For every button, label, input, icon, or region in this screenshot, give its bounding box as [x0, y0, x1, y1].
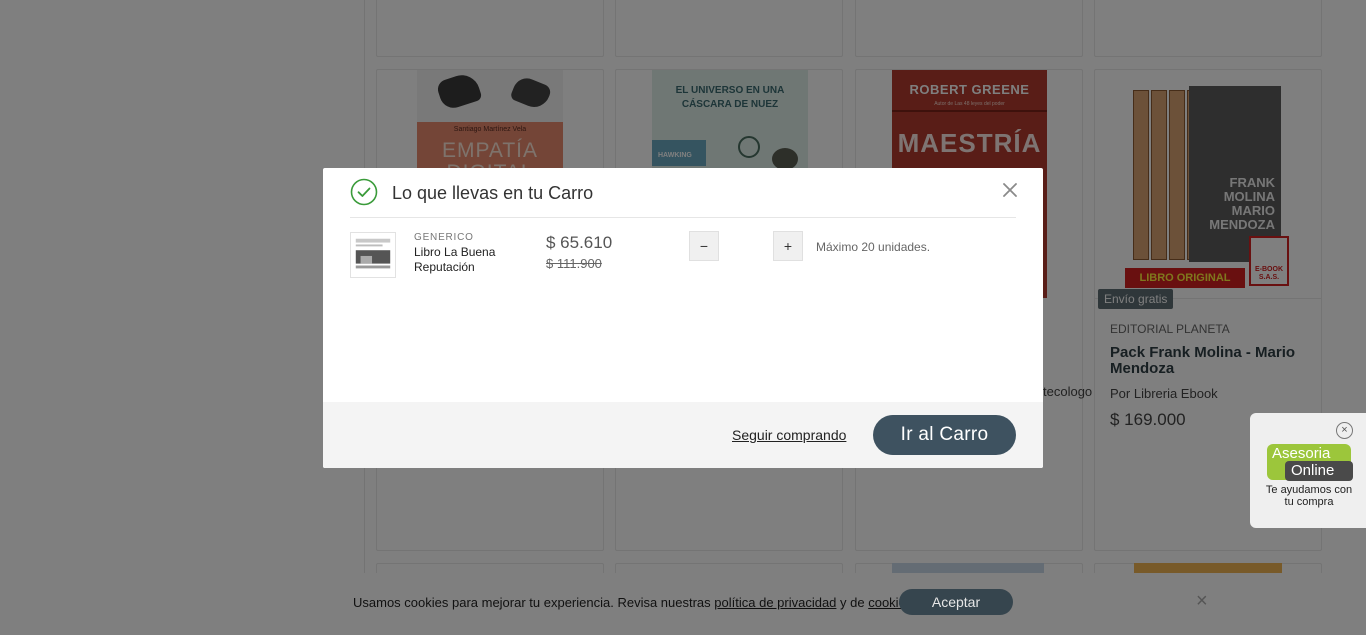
cookie-text-part: y de	[836, 595, 869, 610]
item-price: $ 65.610	[546, 233, 613, 252]
modal-title: Lo que llevas en tu Carro	[392, 183, 594, 203]
close-icon[interactable]	[1000, 180, 1020, 200]
continue-shopping-link[interactable]: Seguir comprando	[732, 427, 846, 443]
chat-logo-line2: Online	[1285, 461, 1353, 481]
chat-logo[interactable]: Asesoria Online	[1267, 444, 1353, 481]
item-name[interactable]: Libro La Buena Reputación	[414, 245, 524, 275]
product-thumbnail	[350, 232, 396, 278]
cart-modal: Lo que llevas en tu Carro GENERICO Libro…	[323, 168, 1043, 468]
cookie-close-icon[interactable]: ×	[1196, 591, 1208, 611]
go-to-cart-button[interactable]: Ir al Carro	[873, 415, 1016, 455]
cookie-message: Usamos cookies para mejorar tu experienc…	[353, 595, 916, 610]
check-circle-icon	[350, 178, 378, 206]
cookie-banner: Usamos cookies para mejorar tu experienc…	[0, 573, 1366, 635]
max-units-note: Máximo 20 unidades.	[816, 240, 931, 254]
quantity-increase-button[interactable]: +	[773, 231, 803, 261]
modal-header: Lo que llevas en tu Carro	[350, 168, 1017, 218]
cookie-text-part: Usamos cookies para mejorar tu experienc…	[353, 595, 715, 610]
quantity-decrease-button[interactable]: −	[689, 231, 719, 261]
privacy-policy-link[interactable]: política de privacidad	[714, 595, 836, 610]
chat-widget[interactable]: × Asesoria Online Te ayudamos con tu com…	[1250, 413, 1366, 528]
chat-logo-line1: Asesoria	[1272, 445, 1331, 462]
cookie-accept-button[interactable]: Aceptar	[899, 589, 1013, 615]
modal-footer: Seguir comprando Ir al Carro	[323, 402, 1043, 468]
chat-subtitle: Te ayudamos con tu compra	[1265, 484, 1353, 508]
item-brand: GENERICO	[414, 232, 474, 243]
item-old-price: $ 111.900	[546, 256, 602, 271]
chat-close-icon[interactable]: ×	[1336, 422, 1353, 439]
